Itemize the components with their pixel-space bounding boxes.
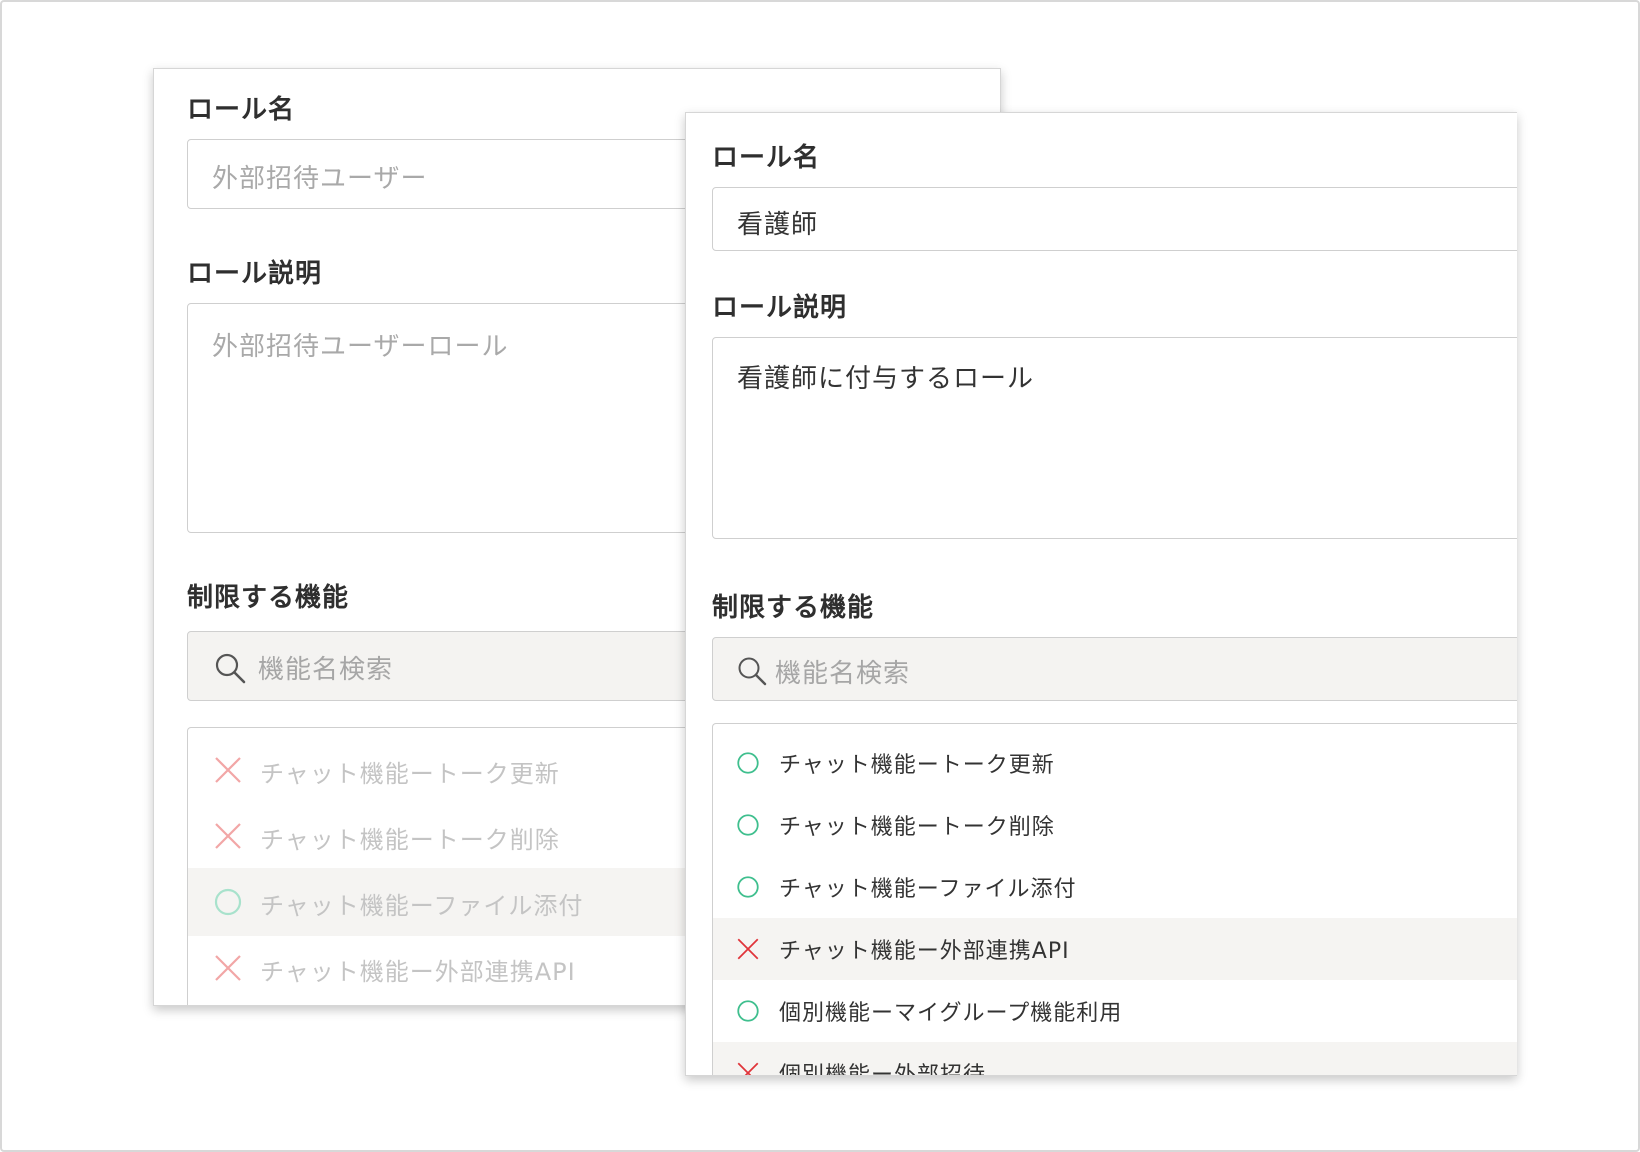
- role-name-placeholder: 外部招待ユーザー: [212, 164, 428, 194]
- circle-icon[interactable]: [735, 998, 761, 1024]
- feature-label: チャット機能ートーク削除: [260, 826, 560, 854]
- feature-label: 個別機能ー外部招待: [779, 1063, 987, 1076]
- feature-search-placeholder: 機能名検索: [775, 659, 911, 689]
- role-form-front: ロール名 看護師 ロール説明 看護師に付与するロール 制限する機能 機能名検索 …: [685, 112, 1517, 1076]
- search-icon: [215, 653, 246, 684]
- feature-label: 個別機能ーマイグループ機能利用: [779, 1001, 1123, 1026]
- circle-icon[interactable]: [735, 750, 761, 776]
- role-name-value: 看護師: [737, 210, 819, 240]
- feature-row[interactable]: チャット機能ー外部連携API: [713, 918, 1517, 980]
- role-name-input[interactable]: 看護師: [712, 187, 1517, 251]
- feature-row[interactable]: 個別機能ーマイグループ機能利用: [713, 980, 1517, 1042]
- feature-label: チャット機能ーファイル添付: [779, 877, 1077, 902]
- restricted-features-label: 制限する機能: [712, 593, 875, 623]
- circle-icon[interactable]: [212, 886, 244, 918]
- role-name-label: ロール名: [187, 95, 296, 125]
- search-icon: [738, 657, 767, 686]
- feature-row[interactable]: チャット機能ートーク更新: [713, 732, 1517, 794]
- feature-label: チャット機能ーファイル添付: [260, 892, 584, 920]
- feature-label: チャット機能ートーク更新: [260, 760, 560, 788]
- x-icon[interactable]: [212, 754, 244, 786]
- role-name-label: ロール名: [712, 143, 821, 173]
- role-description-label: ロール説明: [712, 293, 848, 323]
- role-description-label: ロール説明: [187, 259, 323, 289]
- feature-label: チャット機能ートーク削除: [779, 815, 1055, 840]
- x-icon[interactable]: [212, 952, 244, 984]
- x-icon[interactable]: [212, 820, 244, 852]
- feature-row[interactable]: チャット機能ーファイル添付: [713, 856, 1517, 918]
- feature-row[interactable]: 個別機能ー外部招待: [713, 1042, 1517, 1076]
- x-icon[interactable]: [735, 1060, 761, 1076]
- circle-icon[interactable]: [735, 874, 761, 900]
- x-icon[interactable]: [735, 936, 761, 962]
- feature-label: チャット機能ー外部連携API: [260, 958, 576, 986]
- role-description-value: 看護師に付与するロール: [737, 364, 1035, 394]
- restricted-features-label: 制限する機能: [187, 583, 350, 613]
- feature-label: チャット機能ートーク更新: [779, 753, 1055, 778]
- circle-icon[interactable]: [735, 812, 761, 838]
- role-description-textarea[interactable]: 看護師に付与するロール: [712, 337, 1517, 539]
- feature-list: チャット機能ートーク更新 チャット機能ートーク削除 チャット機能ーファイル添付 チャッ…: [712, 723, 1517, 1076]
- feature-row[interactable]: チャット機能ートーク削除: [713, 794, 1517, 856]
- feature-search-input[interactable]: 機能名検索: [712, 637, 1517, 701]
- feature-search-placeholder: 機能名検索: [258, 655, 394, 685]
- role-description-placeholder: 外部招待ユーザーロール: [212, 332, 509, 362]
- feature-label: チャット機能ー外部連携API: [779, 939, 1070, 964]
